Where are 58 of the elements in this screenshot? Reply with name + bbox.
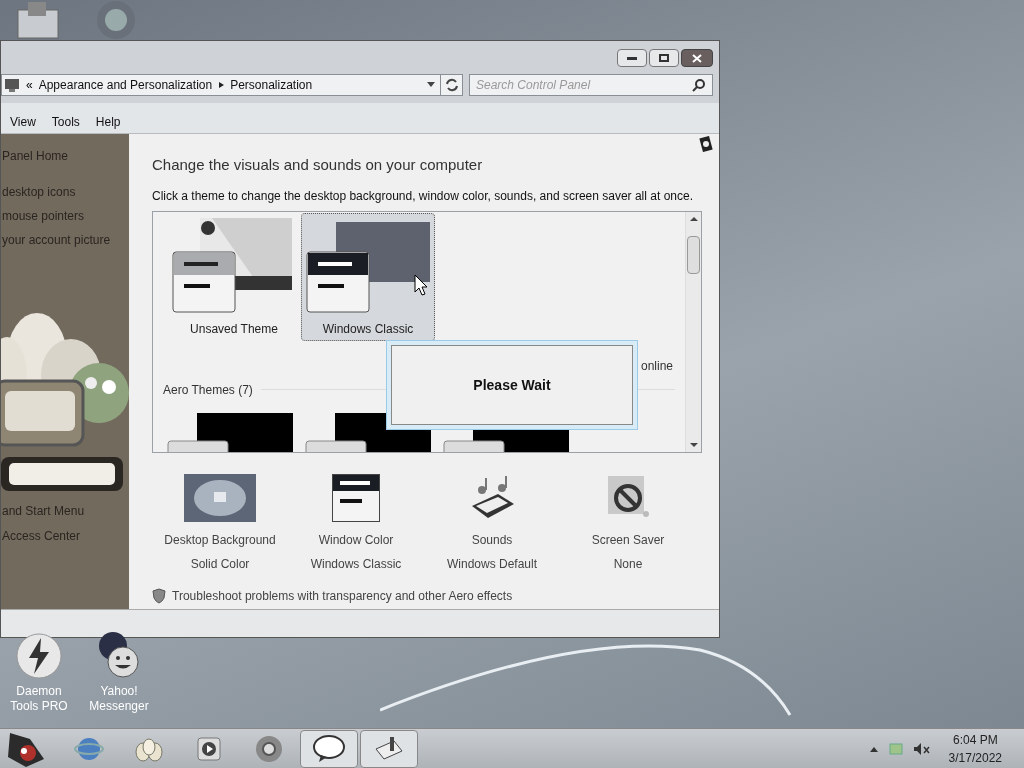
shortcut-label: Daemon Tools PRO — [9, 684, 69, 714]
overflow-chevron[interactable]: « — [26, 76, 33, 94]
menu-item[interactable]: Help — [95, 112, 121, 131]
theme-preview[interactable] — [167, 412, 293, 452]
setting-link[interactable]: Desktop Background Solid Color — [152, 472, 288, 573]
search-placeholder: Search Control Panel — [476, 77, 591, 94]
page-subtitle: Click a theme to change the desktop background, window color, sounds, and screen saver all at once. — [152, 187, 694, 205]
shield-icon — [152, 587, 166, 604]
clock[interactable]: 6:04 PM 3/17/2022 — [948, 730, 1002, 767]
menu-item[interactable]: View — [10, 112, 36, 131]
theme-tile[interactable]: Unsaved Theme — [167, 212, 301, 341]
close-icon — [692, 53, 702, 63]
setting-value: Windows Default — [446, 555, 537, 573]
menu-item[interactable]: Tools — [51, 112, 80, 131]
wallpaper-icon — [184, 473, 256, 522]
taskbar-button[interactable] — [360, 729, 418, 768]
maximize-button[interactable] — [649, 49, 679, 67]
setting-link[interactable]: Window Color Windows Classic — [288, 472, 424, 573]
dropdown-icon[interactable] — [426, 81, 436, 89]
address-bar[interactable]: « Appearance and Personalization Personalization — [1, 74, 463, 96]
taskbar-button[interactable] — [300, 729, 358, 768]
get-themes-link[interactable]: online — [640, 356, 673, 375]
scroll-thumb[interactable] — [687, 235, 700, 274]
cursor-icon — [414, 274, 428, 296]
setting-link[interactable]: Sounds Windows Default — [424, 472, 560, 573]
close-button[interactable] — [681, 49, 713, 67]
muted-speaker-icon[interactable] — [912, 741, 931, 756]
dialog-message: Please Wait — [473, 375, 551, 395]
theme-name: Windows Classic — [322, 320, 414, 338]
setting-value: Solid Color — [190, 555, 250, 573]
setting-label: Desktop Background — [164, 531, 276, 549]
search-icon — [692, 78, 706, 92]
setting-label: Window Color — [318, 531, 394, 549]
group-header: Aero Themes (7) — [163, 381, 253, 399]
setting-link[interactable]: Screen Saver None — [560, 472, 696, 573]
setting-value: Windows Classic — [310, 555, 402, 573]
lightning-icon — [15, 632, 63, 680]
setting-value: None — [613, 555, 643, 573]
monitor-icon — [4, 77, 20, 93]
scrollbar[interactable] — [685, 211, 701, 452]
minimize-button[interactable] — [617, 49, 647, 67]
app-icon[interactable] — [14, 0, 62, 40]
theme-tile[interactable]: Windows Classic — [301, 212, 435, 341]
setting-label: Sounds — [471, 531, 513, 549]
clock-date: 3/17/2022 — [948, 749, 1002, 767]
play-icon — [196, 735, 222, 762]
setting-label: Screen Saver — [591, 531, 665, 549]
window-color-icon — [332, 473, 380, 522]
theme-name: Unsaved Theme — [190, 320, 278, 338]
clock-time: 6:04 PM — [952, 731, 998, 749]
round-browser-icon — [254, 733, 284, 764]
page-title: Change the visuals and sounds on your computer — [152, 155, 484, 175]
shortcut-label: Yahoo! Messenger — [88, 684, 150, 714]
troubleshoot-link[interactable]: Troubleshoot problems with transparency and other Aero effects — [172, 586, 513, 605]
speech-bubble-icon — [313, 734, 345, 763]
help-icon[interactable] — [699, 136, 713, 152]
breadcrumb[interactable]: Appearance and Personalization — [38, 76, 213, 94]
breadcrumb[interactable]: Personalization — [230, 76, 313, 94]
